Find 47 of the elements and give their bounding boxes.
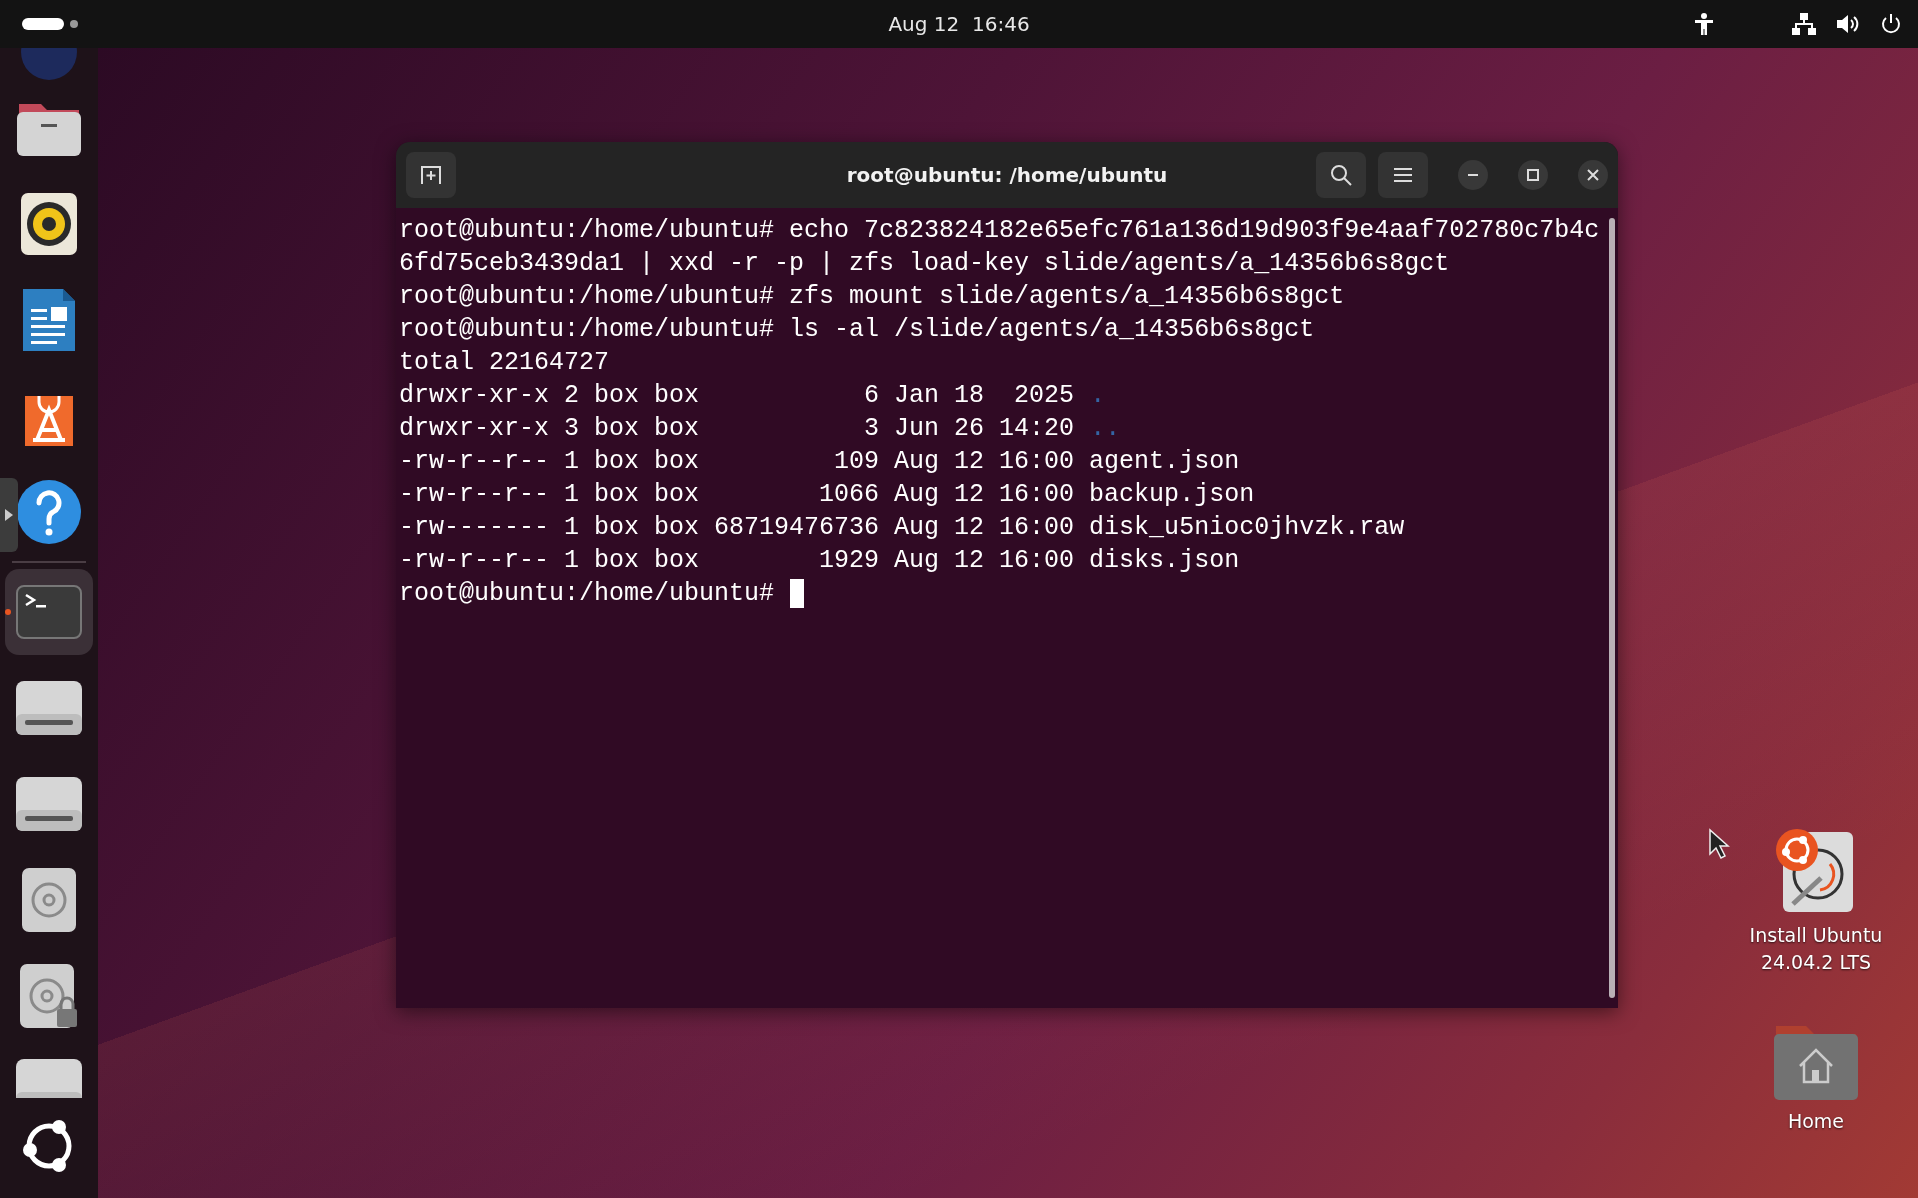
desktop-icon-label[interactable]: Home — [1787, 1108, 1845, 1135]
menu-button[interactable] — [1378, 152, 1428, 198]
new-tab-button[interactable] — [406, 152, 456, 198]
minimize-icon — [1467, 174, 1479, 176]
desktop-icon-label[interactable]: Install Ubuntu 24.04.2 LTS — [1749, 922, 1883, 976]
terminal-line: root@ubuntu:/home/ubuntu# ls -al /slide/agents/a_14356b6s8gct — [399, 314, 1315, 346]
terminal-line: 6fd75ceb3439da1 | xxd -r -p | zfs load-key slide/agents/a_14356b6s8gct — [399, 248, 1450, 280]
search-icon — [1330, 164, 1352, 186]
terminal-line: -rw-r--r-- 1 box box 1929 Aug 12 16:00 disks.json — [399, 545, 1240, 577]
terminal-line: -rw-r--r-- 1 box box 109 Aug 12 16:00 agent.json — [399, 446, 1240, 478]
search-button[interactable] — [1316, 152, 1366, 198]
terminal-line: total 22164727 — [399, 347, 610, 379]
new-tab-icon — [420, 165, 442, 185]
drive-icon[interactable] — [15, 1058, 83, 1098]
terminal-line: root@ubuntu:/home/ubuntu# — [399, 578, 775, 610]
menu-icon — [1393, 167, 1413, 183]
terminal-line: -rw-r--r-- 1 box box 1066 Aug 12 16:00 backup.json — [399, 479, 1255, 511]
drive-icon[interactable] — [15, 680, 83, 736]
dock-handle[interactable] — [0, 478, 18, 552]
date-time[interactable]: Aug 12 16:46 — [888, 12, 1030, 36]
terminal-icon[interactable] — [16, 585, 82, 639]
accessibility-icon[interactable] — [1694, 13, 1714, 35]
terminal-line: drwxr-xr-x 3 box box 3 Jun 26 14:20 — [399, 413, 1075, 445]
workspace-indicator-icon[interactable] — [22, 17, 78, 31]
volume-icon[interactable] — [1836, 13, 1860, 35]
help-icon[interactable] — [16, 479, 82, 545]
terminal-line: root@ubuntu:/home/ubuntu# echo 7c823824182e65efc761a136d19d903f9e4aaf702780c7b4c — [399, 215, 1600, 247]
maximize-button[interactable] — [1518, 160, 1548, 190]
terminal-line: drwxr-xr-x 2 box box 6 Jan 18 2025 — [399, 380, 1075, 412]
terminal-line: -rw------- 1 box box 68719476736 Aug 12 16:00 disk_u5nioc0jhvzk.raw — [399, 512, 1405, 544]
window-title: root@ubuntu: /home/ubuntu — [846, 163, 1168, 187]
directory-name: . — [1090, 380, 1106, 412]
minimize-button[interactable] — [1458, 160, 1488, 190]
network-icon[interactable] — [1792, 13, 1816, 35]
close-icon — [1587, 169, 1599, 181]
arrow-icon — [5, 509, 13, 521]
power-icon[interactable] — [1880, 13, 1902, 35]
directory-name: .. — [1090, 413, 1121, 445]
terminal-line: root@ubuntu:/home/ubuntu# zfs mount slide/agents/a_14356b6s8gct — [399, 281, 1345, 313]
speaker-icon[interactable] — [20, 192, 78, 256]
mouse-pointer-icon — [1708, 828, 1730, 860]
scrollbar[interactable] — [1609, 218, 1615, 998]
document-icon[interactable] — [21, 287, 77, 353]
close-button[interactable] — [1578, 160, 1608, 190]
maximize-icon — [1527, 169, 1539, 181]
drive-icon[interactable] — [15, 776, 83, 832]
locked-disc-icon[interactable] — [19, 963, 79, 1029]
